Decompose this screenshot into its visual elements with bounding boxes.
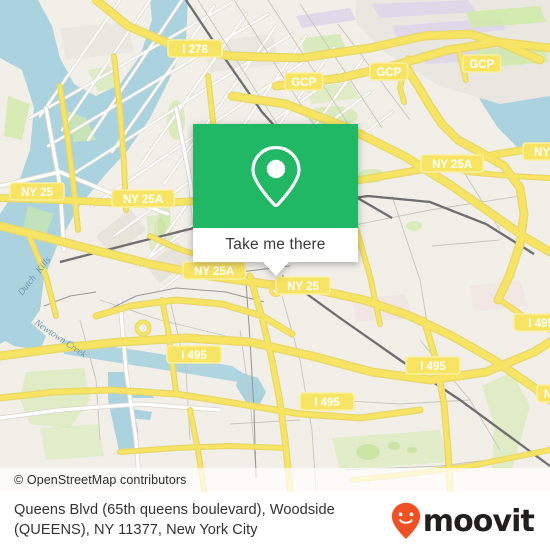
svg-text:I 495: I 495: [420, 361, 446, 373]
road-shield: NY 25A: [182, 261, 247, 280]
road-shield: I 495: [513, 313, 550, 332]
road-shield: I 278: [167, 39, 223, 58]
location-popup-card[interactable]: Take me there: [193, 124, 358, 276]
svg-text:NY 25: NY 25: [287, 281, 319, 293]
svg-text:GCP: GCP: [376, 67, 401, 79]
svg-text:I 495: I 495: [181, 350, 207, 362]
address-line-2: (QUEENS), NY 11377, New York City: [14, 522, 258, 538]
address-text: Queens Blvd (65th queens boulevard), Woo…: [14, 501, 391, 540]
moovit-wordmark: moovit: [422, 503, 535, 539]
svg-text:I 495: I 495: [314, 397, 340, 409]
moovit-pin-smiley-icon: [391, 502, 420, 539]
address-line-1: Queens Blvd (65th queens boulevard), Woo…: [14, 502, 335, 519]
svg-text:I 495: I 495: [528, 318, 550, 330]
road-shield: NY 25: [9, 182, 65, 201]
popup-cta[interactable]: Take me there: [193, 228, 358, 262]
road-shield: NY 25A: [420, 154, 485, 173]
road-shield: GCP: [369, 62, 409, 81]
take-me-there-label: Take me there: [225, 236, 326, 253]
road-shield: NY 25A: [111, 189, 176, 208]
footer-bar: Queens Blvd (65th queens boulevard), Woo…: [0, 492, 550, 550]
svg-text:I 278: I 278: [182, 44, 208, 56]
svg-text:NY 25A: NY 25A: [123, 194, 163, 206]
road-shield: NY 25A: [522, 142, 550, 161]
svg-text:NY 25A: NY 25A: [194, 266, 234, 278]
svg-text:NY 25A: NY 25A: [534, 147, 550, 159]
svg-text:GCP: GCP: [469, 59, 494, 71]
svg-text:NY: NY: [544, 389, 550, 401]
svg-text:NY 25A: NY 25A: [432, 159, 472, 171]
svg-text:GCP: GCP: [291, 77, 316, 89]
map-attribution: © OpenStreetMap contributors: [0, 468, 550, 492]
svg-text:NY 25: NY 25: [21, 187, 53, 199]
map-pin-icon: [250, 145, 301, 208]
road-shield: NY 25: [275, 276, 331, 295]
road-shield: I 495: [405, 356, 461, 375]
road-shield: GCP: [284, 72, 324, 91]
moovit-location-card: .rd-cas{fill:none;stroke:#f7e463;stroke-…: [0, 0, 550, 550]
road-shield: GCP: [462, 54, 502, 73]
moovit-logo[interactable]: moovit: [391, 502, 535, 540]
attribution-text: © OpenStreetMap contributors: [14, 473, 187, 487]
popup-pointer-tail: [262, 262, 289, 276]
road-shield: I 495: [299, 392, 355, 411]
road-shield: NY: [536, 384, 550, 403]
popup-header: [193, 124, 358, 228]
road-shield: I 495: [166, 345, 222, 364]
